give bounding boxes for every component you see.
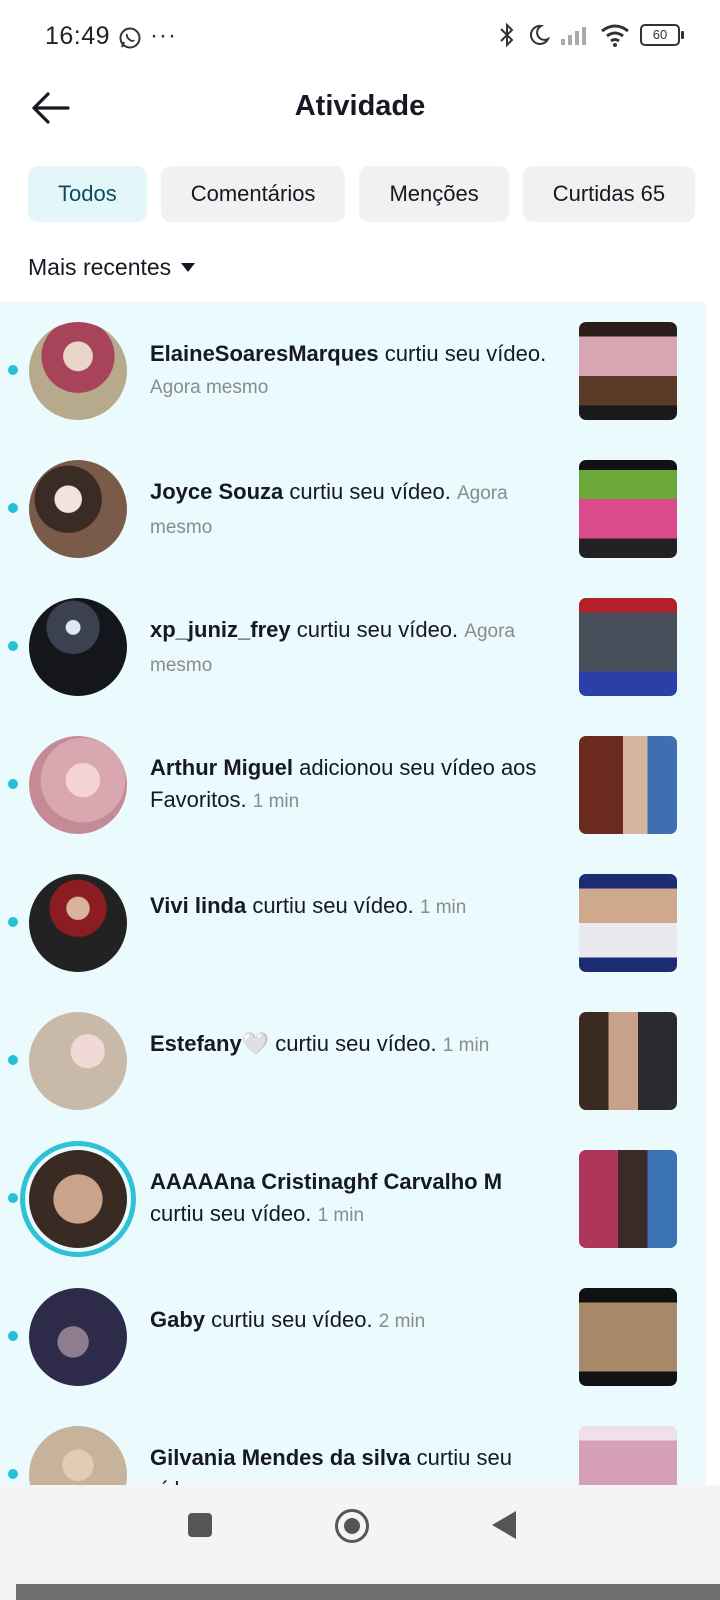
video-thumbnail[interactable] <box>579 1150 677 1248</box>
unread-dot <box>8 503 18 513</box>
tab-label: Todos <box>58 181 117 206</box>
notification-time: 1 min <box>419 897 467 918</box>
caret-down-icon <box>181 263 196 272</box>
avatar[interactable] <box>29 1288 127 1386</box>
tab-todos[interactable]: Todos <box>28 166 147 222</box>
video-thumbnail[interactable] <box>579 874 677 972</box>
list-item[interactable]: Joyce Souza curtiu seu vídeo. Agora mesm… <box>0 440 706 578</box>
tab-label: Comentários <box>190 181 316 206</box>
notification-text: Gaby curtiu seu vídeo. 2 min <box>150 1304 550 1338</box>
notification-action: curtiu seu vídeo. <box>150 1201 312 1226</box>
notification-text: Arthur Miguel adicionou seu vídeo aos Fa… <box>150 752 550 818</box>
user-name[interactable]: Estefany🤍 <box>150 1031 269 1056</box>
tab-curtidas[interactable]: Curtidas 65 <box>522 166 696 222</box>
avatar[interactable] <box>29 1012 127 1110</box>
notification-text: Joyce Souza curtiu seu vídeo. Agora mesm… <box>150 476 550 544</box>
status-time: 16:49 <box>45 22 111 50</box>
list-item[interactable]: Arthur Miguel adicionou seu vídeo aos Fa… <box>0 716 706 854</box>
video-thumbnail[interactable] <box>579 322 677 420</box>
app-header: Atividade <box>0 78 720 138</box>
video-thumbnail[interactable] <box>579 1012 677 1110</box>
notification-text: xp_juniz_frey curtiu seu vídeo. Agora me… <box>150 614 550 682</box>
tab-comentarios[interactable]: Comentários <box>160 166 346 222</box>
back-icon[interactable] <box>492 1511 516 1539</box>
bluetooth-icon <box>500 22 514 48</box>
video-thumbnail[interactable] <box>579 736 677 834</box>
page-title: Atividade <box>294 90 426 122</box>
notification-time: Agora mesmo <box>150 377 269 398</box>
sort-dropdown[interactable]: Mais recentes <box>28 254 196 281</box>
avatar[interactable] <box>29 874 127 972</box>
recents-icon[interactable] <box>188 1513 212 1537</box>
avatar[interactable] <box>29 460 127 558</box>
unread-dot <box>8 1193 18 1203</box>
unread-dot <box>8 779 18 789</box>
status-icons: 60 <box>498 22 684 48</box>
list-item[interactable]: Vivi linda curtiu seu vídeo. 1 min <box>0 854 706 992</box>
list-item[interactable]: Estefany🤍 curtiu seu vídeo. 1 min <box>0 992 706 1130</box>
notification-text: AAAAAna Cristinaghf Carvalho M curtiu se… <box>150 1166 550 1232</box>
unread-dot <box>8 1331 18 1341</box>
user-name[interactable]: ElaineSoaresMarques <box>150 341 379 366</box>
notification-action: curtiu seu vídeo. <box>211 1307 373 1332</box>
user-name[interactable]: Arthur Miguel <box>150 755 293 780</box>
avatar[interactable] <box>29 1426 127 1485</box>
more-notifications: ··· <box>150 22 177 49</box>
video-thumbnail[interactable] <box>579 598 677 696</box>
home-icon[interactable] <box>335 1509 369 1543</box>
user-name[interactable]: xp_juniz_frey <box>150 617 291 642</box>
list-item[interactable]: xp_juniz_frey curtiu seu vídeo. Agora me… <box>0 578 706 716</box>
notification-text: Estefany🤍 curtiu seu vídeo. 1 min <box>150 1028 550 1062</box>
notification-action: curtiu seu vídeo. <box>296 617 459 642</box>
notification-action: curtiu seu vídeo. <box>289 479 451 504</box>
notification-list: ElaineSoaresMarques curtiu seu vídeo. Ag… <box>0 302 706 1485</box>
tab-label: Menções <box>389 181 479 206</box>
moon-icon <box>529 24 550 45</box>
user-name[interactable]: Vivi linda <box>150 893 246 918</box>
list-item[interactable]: Gilvania Mendes da silva curtiu seu víde… <box>0 1406 706 1485</box>
notification-time: 1 min <box>317 1205 365 1226</box>
tab-mencoes[interactable]: Menções <box>359 166 509 222</box>
filter-tabs: Todos Comentários Menções Curtidas 65 <box>28 166 696 222</box>
user-name[interactable]: AAAAAna Cristinaghf Carvalho M <box>150 1169 502 1194</box>
unread-dot <box>8 917 18 927</box>
notification-text: Vivi linda curtiu seu vídeo. 1 min <box>150 890 550 924</box>
notification-action: curtiu seu vídeo. <box>384 341 547 366</box>
unread-dot <box>8 1469 18 1479</box>
status-bar: 16:49 ··· 60 <box>0 0 720 78</box>
notification-action: curtiu seu vídeo. <box>275 1031 437 1056</box>
video-thumbnail[interactable] <box>579 460 677 558</box>
list-item[interactable]: AAAAAna Cristinaghf Carvalho M curtiu se… <box>0 1130 706 1268</box>
notification-time: 1 min <box>252 791 300 812</box>
avatar[interactable] <box>29 598 127 696</box>
notification-time: 2 min <box>378 1311 426 1332</box>
unread-dot <box>8 365 18 375</box>
gesture-bar <box>16 1584 720 1600</box>
notification-text: ElaineSoaresMarques curtiu seu vídeo. Ag… <box>150 338 550 404</box>
list-item[interactable]: Gaby curtiu seu vídeo. 2 min <box>0 1268 706 1406</box>
battery-icon: 60 <box>640 24 684 46</box>
avatar[interactable] <box>29 1150 127 1248</box>
notification-text: Gilvania Mendes da silva curtiu seu víde… <box>150 1442 550 1485</box>
signal-icon <box>561 27 586 45</box>
list-item[interactable]: ElaineSoaresMarques curtiu seu vídeo. Ag… <box>0 302 706 440</box>
system-nav-bar <box>0 1485 720 1600</box>
unread-dot <box>8 641 18 651</box>
whatsapp-icon <box>119 27 141 49</box>
notification-time: 1 min <box>442 1035 490 1056</box>
video-thumbnail[interactable] <box>579 1426 677 1485</box>
user-name[interactable]: Gaby <box>150 1307 205 1332</box>
unread-dot <box>8 1055 18 1065</box>
tab-count: 65 <box>640 181 666 206</box>
wifi-icon <box>601 24 629 47</box>
avatar[interactable] <box>29 322 127 420</box>
user-name[interactable]: Joyce Souza <box>150 479 283 504</box>
avatar[interactable] <box>29 736 127 834</box>
video-thumbnail[interactable] <box>579 1288 677 1386</box>
tab-label: Curtidas <box>552 181 635 206</box>
sort-label: Mais recentes <box>28 254 172 280</box>
notification-action: curtiu seu vídeo. <box>252 893 414 918</box>
user-name[interactable]: Gilvania Mendes da silva <box>150 1445 410 1470</box>
